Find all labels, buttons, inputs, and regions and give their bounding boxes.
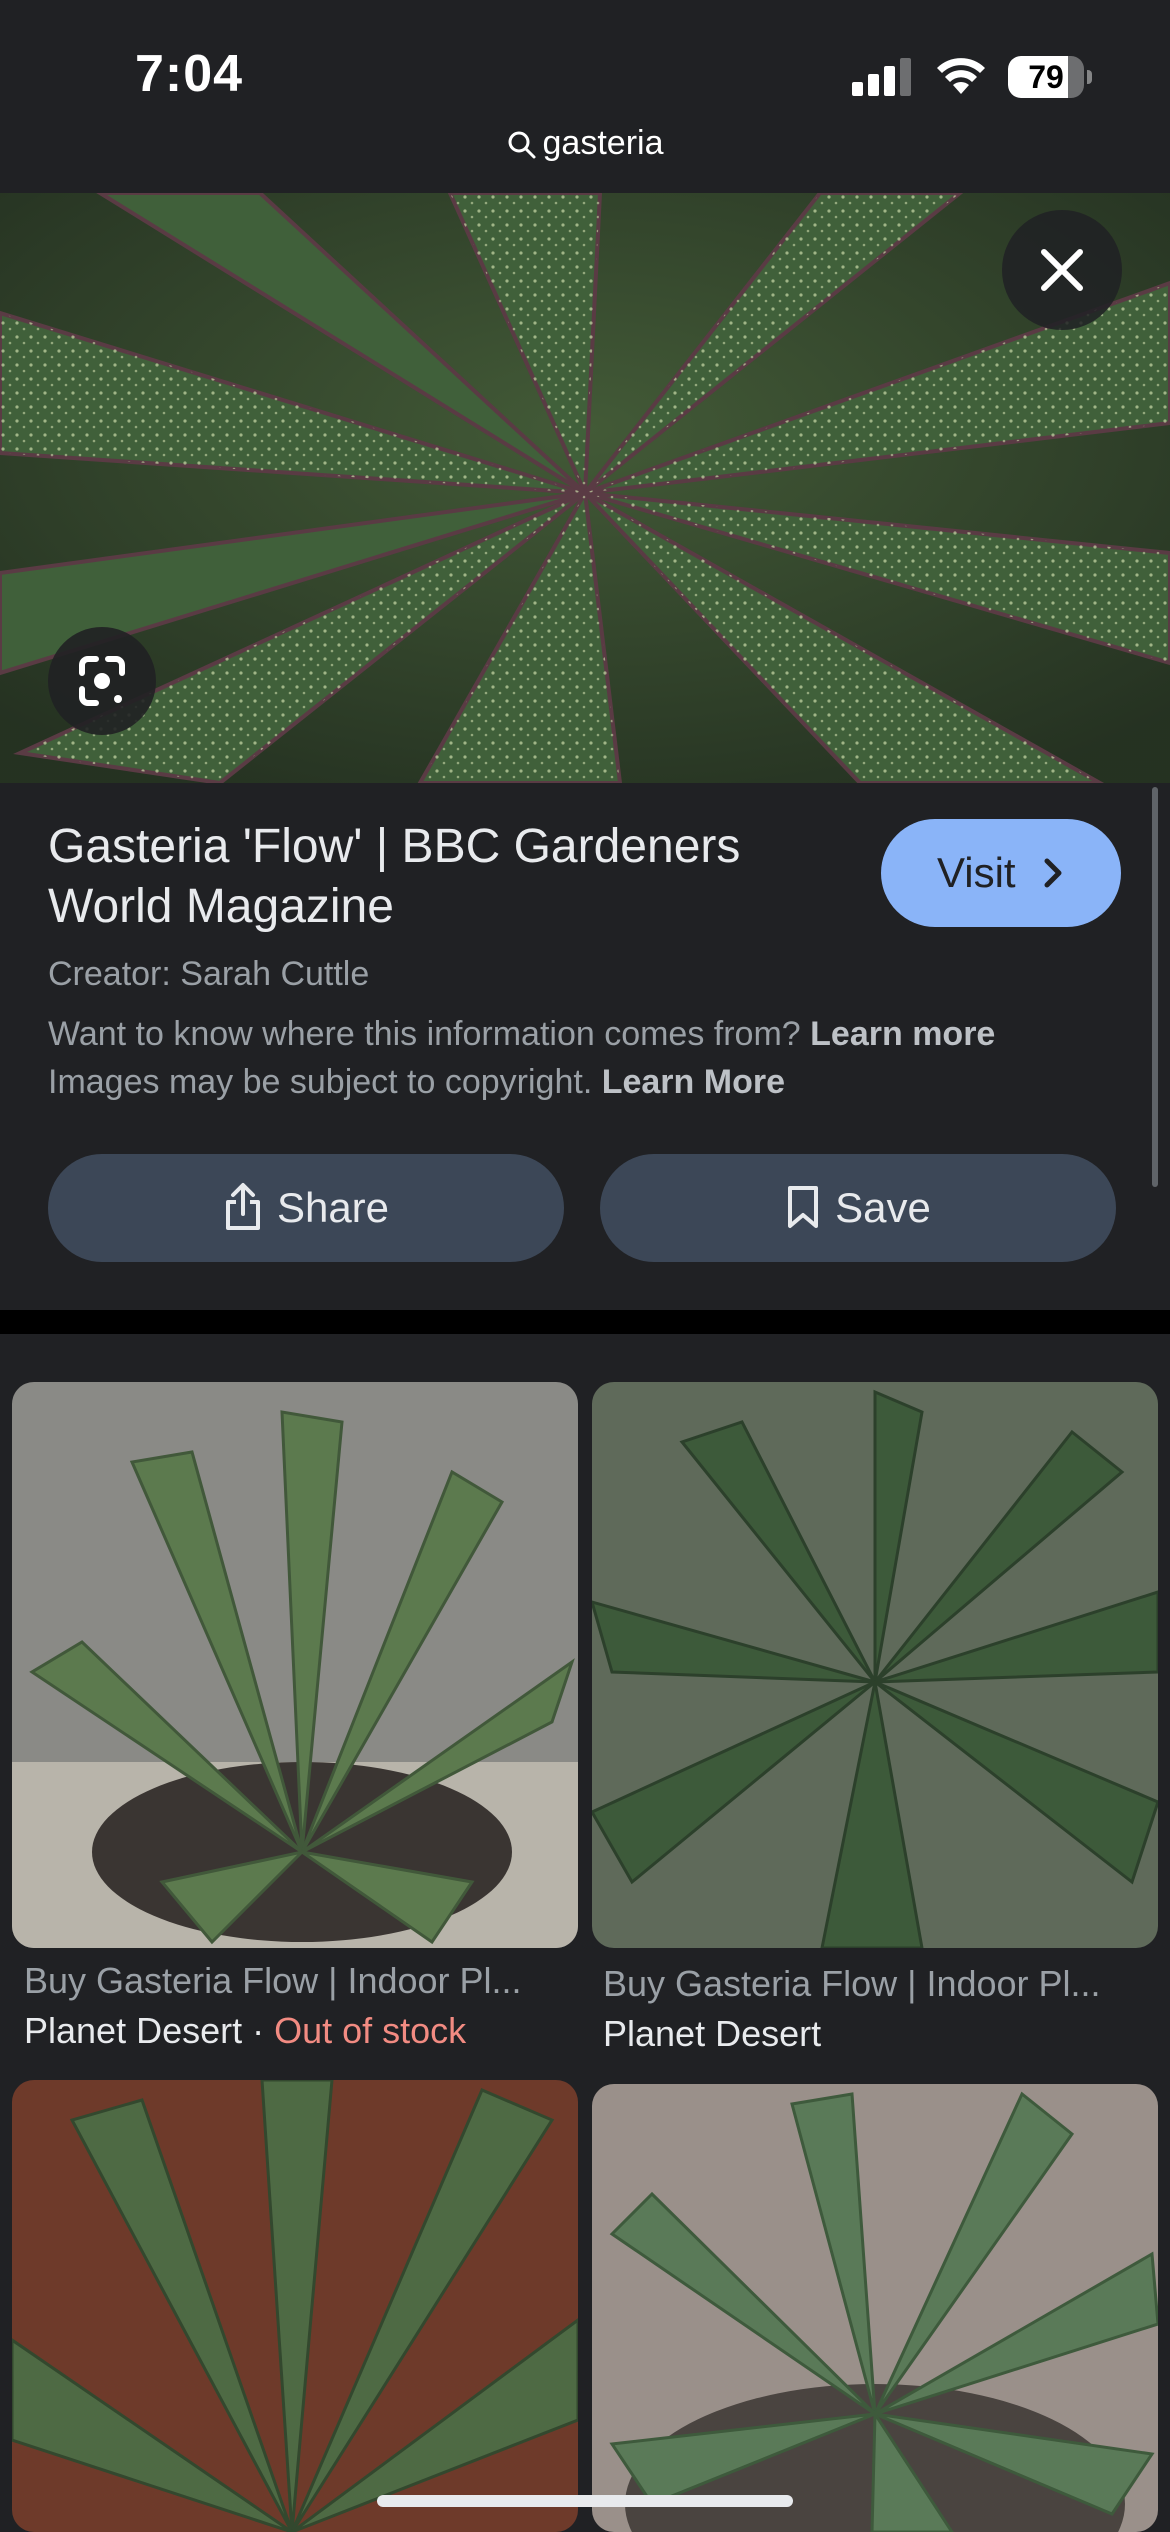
bookmark-icon xyxy=(788,1185,819,1228)
visit-button[interactable]: Visit xyxy=(881,819,1121,927)
succulent-photo xyxy=(12,2080,578,2532)
succulent-photo xyxy=(12,1382,578,1948)
wifi-icon xyxy=(937,58,985,94)
info-source-line: Want to know where this information come… xyxy=(48,1015,995,1054)
learn-more-link[interactable]: Learn more xyxy=(810,1015,995,1053)
google-lens-icon xyxy=(79,656,125,706)
succulent-photo xyxy=(0,193,1170,783)
panel-scrollbar[interactable] xyxy=(1152,787,1158,1187)
info-source-text: Want to know where this information come… xyxy=(48,1015,801,1053)
share-icon xyxy=(225,1182,260,1230)
related-image-4[interactable] xyxy=(592,2084,1158,2532)
share-button[interactable]: Share xyxy=(48,1154,564,1262)
section-divider xyxy=(0,1310,1170,1334)
share-label: Share xyxy=(276,1184,390,1231)
creator-credit: Creator: Sarah Cuttle xyxy=(48,955,370,993)
related-source-2: Planet Desert xyxy=(603,2013,821,2055)
close-button[interactable] xyxy=(1002,210,1122,330)
succulent-photo xyxy=(592,2084,1158,2532)
chevron-right-icon xyxy=(1044,858,1062,888)
result-info-panel: Gasteria 'Flow' | BBC Gardeners World Ma… xyxy=(0,783,1170,1310)
related-image-1[interactable] xyxy=(12,1382,578,1948)
related-source-name-2: Planet Desert xyxy=(603,2013,822,2054)
save-label: Save xyxy=(835,1184,931,1231)
related-source-name-1: Planet Desert xyxy=(24,2010,243,2051)
battery-level: 79 xyxy=(1028,59,1064,95)
status-bar: 7:04 79 xyxy=(0,0,1170,140)
search-query-chip[interactable]: gasteria xyxy=(0,124,1170,163)
save-button[interactable]: Save xyxy=(600,1154,1116,1262)
main-image[interactable] xyxy=(0,193,1170,783)
stock-status: Out of stock xyxy=(274,2010,467,2051)
succulent-photo xyxy=(592,1382,1158,1948)
related-image-3[interactable] xyxy=(12,2080,578,2532)
related-source-1: Planet Desert · Out of stock xyxy=(24,2010,467,2051)
result-title[interactable]: Gasteria 'Flow' | BBC Gardeners World Ma… xyxy=(48,817,838,937)
home-indicator[interactable] xyxy=(377,2495,793,2507)
close-icon xyxy=(1041,249,1083,291)
google-lens-button[interactable] xyxy=(48,627,156,735)
related-title-1[interactable]: Buy Gasteria Flow | Indoor Pl... xyxy=(24,1960,584,2002)
copyright-line: Images may be subject to copyright. Lear… xyxy=(48,1063,785,1102)
battery-icon: 79 xyxy=(1008,56,1092,98)
copyright-learn-more-link[interactable]: Learn More xyxy=(602,1063,785,1101)
search-query-text: gasteria xyxy=(542,124,664,162)
copyright-text: Images may be subject to copyright. xyxy=(48,1063,593,1101)
related-image-2[interactable] xyxy=(592,1382,1158,1948)
related-title-2[interactable]: Buy Gasteria Flow | Indoor Pl... xyxy=(603,1963,1163,2005)
cellular-signal-icon xyxy=(852,58,912,96)
search-icon xyxy=(508,131,536,159)
visit-label: Visit xyxy=(937,849,1016,896)
status-time: 7:04 xyxy=(135,45,244,103)
image-viewer-screen: 7:04 79 gasteria Gasteria 'Flow' | BBC G… xyxy=(0,0,1170,2532)
